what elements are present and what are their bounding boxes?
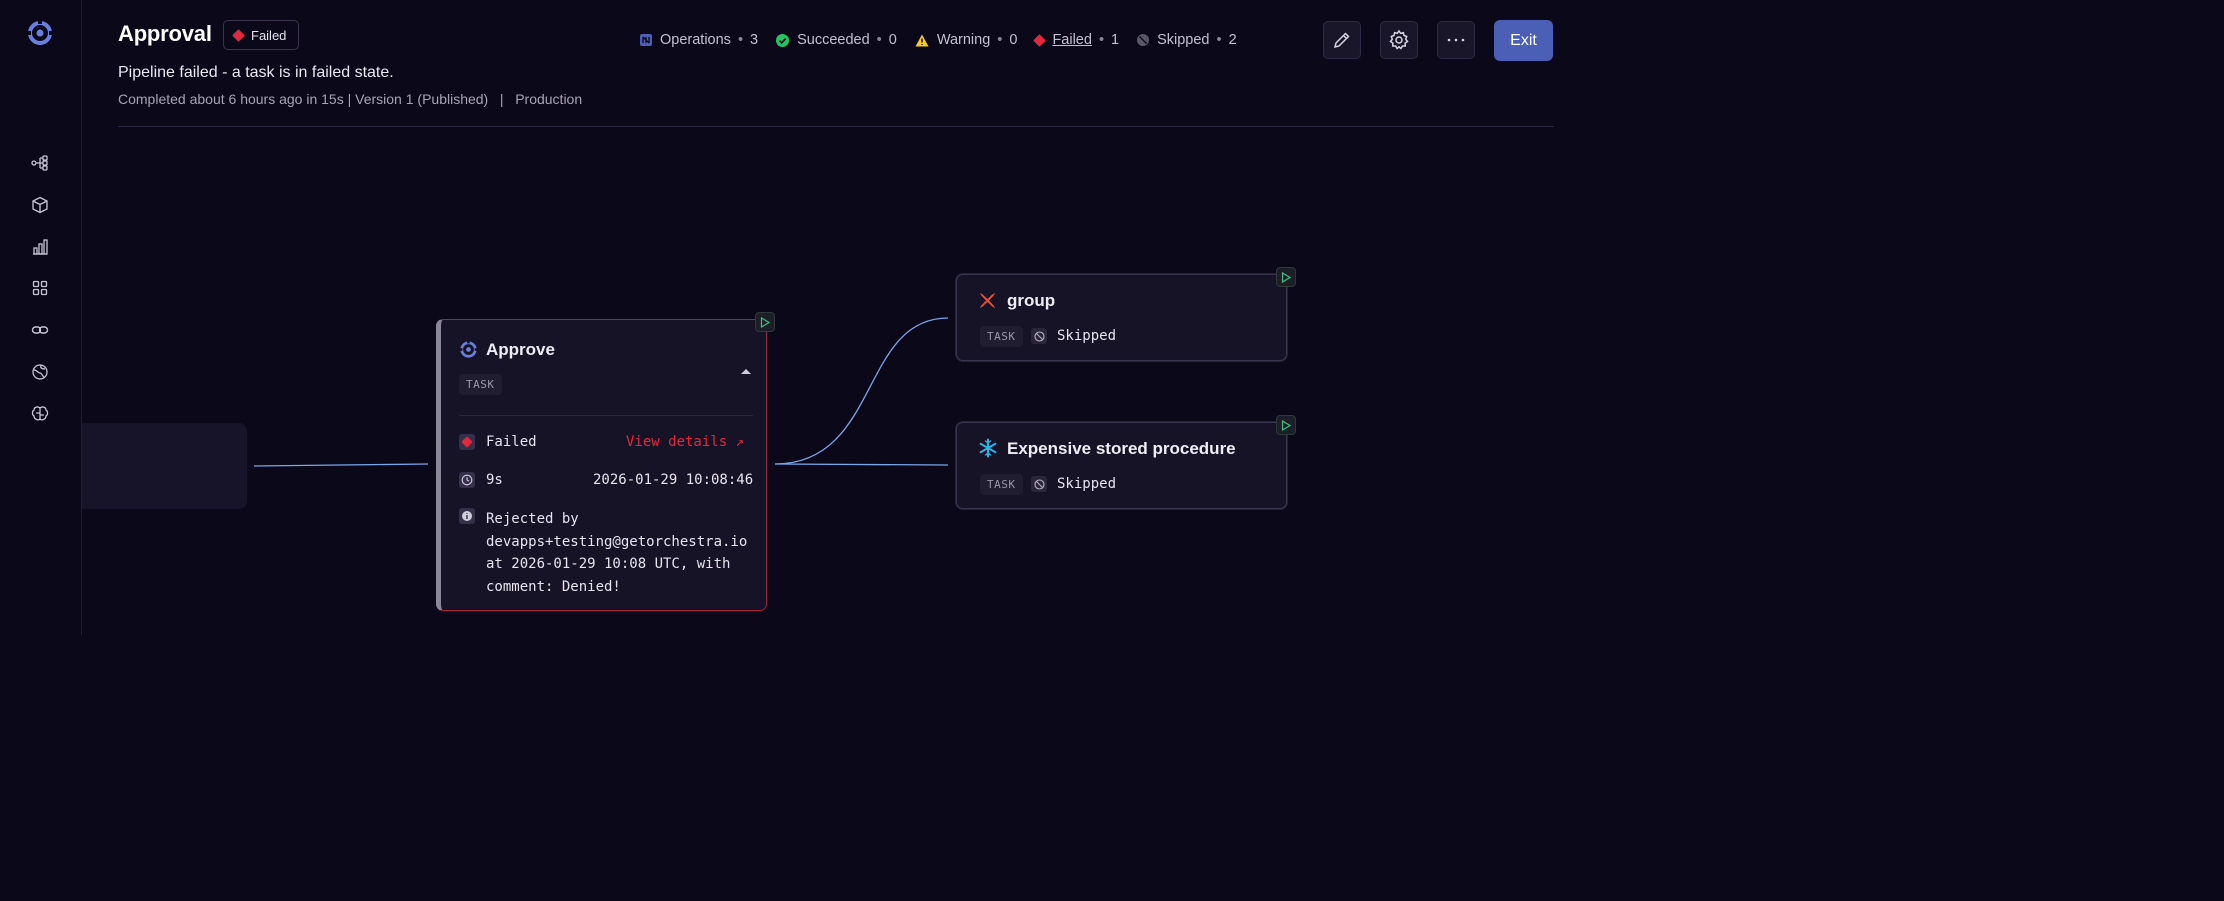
grid-icon[interactable]	[29, 277, 51, 299]
meta-separator: |	[492, 91, 512, 107]
exit-button[interactable]: Exit	[1494, 20, 1553, 61]
run-task-button[interactable]	[1276, 267, 1296, 287]
link-icon[interactable]	[29, 319, 51, 341]
page-title: Approval	[118, 21, 212, 46]
pipeline-meta: Completed about 6 hours ago in 15s | Ver…	[118, 91, 582, 107]
sidebar	[0, 0, 82, 635]
skipped-icon	[1137, 34, 1150, 46]
run-task-button[interactable]	[755, 312, 775, 332]
pipelines-icon[interactable]	[29, 152, 51, 174]
orchestra-task-icon	[459, 340, 478, 359]
skipped-icon	[1031, 476, 1047, 492]
play-icon	[1281, 271, 1291, 283]
edge-approve-to-group	[774, 317, 949, 465]
failed-icon	[459, 434, 475, 450]
task-status: Skipped	[1057, 476, 1117, 492]
play-icon	[760, 316, 770, 328]
package-icon[interactable]	[29, 194, 51, 216]
status-badge: Failed	[223, 20, 299, 50]
success-check-icon	[776, 33, 790, 47]
view-details-link[interactable]: View details ↗	[626, 434, 744, 450]
meta-version: Version 1 (Published)	[355, 91, 489, 107]
more-options-button[interactable]	[1437, 21, 1475, 59]
globe-icon[interactable]	[29, 361, 51, 383]
pipeline-status-message: Pipeline failed - a task is in failed st…	[118, 64, 394, 81]
stat-failed[interactable]: Failed • 1	[1033, 32, 1119, 48]
pencil-icon	[1333, 32, 1350, 49]
gear-icon	[1389, 29, 1409, 50]
card-divider	[459, 415, 753, 416]
external-arrow-icon: ↗	[735, 434, 745, 450]
bar-chart-icon[interactable]	[29, 236, 51, 258]
play-icon	[1281, 419, 1291, 431]
settings-button[interactable]	[1380, 21, 1418, 59]
stat-operations[interactable]: Operations • 3	[640, 32, 758, 48]
edge-approve-to-procedure	[774, 463, 949, 466]
status-badge-label: Failed	[251, 27, 287, 43]
run-task-button[interactable]	[1276, 415, 1296, 435]
upstream-node[interactable]	[82, 423, 247, 509]
clock-icon	[459, 472, 475, 488]
edge-input-to-approve	[253, 463, 429, 467]
task-timestamp: 2026-01-29 10:08:46	[593, 472, 754, 488]
brain-icon[interactable]	[29, 403, 51, 425]
stat-warning[interactable]: Warning • 0	[915, 32, 1017, 48]
meta-completed: Completed about 6 hours ago in 15s	[118, 91, 344, 107]
stat-skipped[interactable]: Skipped • 2	[1137, 32, 1237, 48]
stored-procedure-task-card[interactable]: Expensive stored procedure TASK Skipped	[956, 415, 1296, 509]
operations-icon	[640, 34, 652, 46]
dbt-icon	[978, 291, 997, 315]
task-type-chip: TASK	[459, 374, 502, 395]
task-title: Expensive stored procedure	[1007, 439, 1236, 458]
skipped-icon	[1031, 328, 1047, 344]
task-title: group	[1007, 291, 1056, 310]
task-info-message: Rejected by devapps+testing@getorchestra…	[486, 511, 748, 595]
warning-icon	[915, 34, 929, 47]
failed-icon	[1033, 33, 1047, 47]
operation-stats: Operations • 3 Succeeded • 0 Warning • 0 Faile…	[640, 31, 1255, 49]
approve-task-card[interactable]: Approve TASK Failed View details ↗ 9s 20…	[436, 312, 775, 611]
task-title: Approve	[486, 340, 555, 359]
collapse-chevron-icon[interactable]	[740, 362, 752, 380]
failed-icon	[232, 28, 245, 42]
orchestra-logo-icon[interactable]	[26, 19, 54, 47]
task-type-chip: TASK	[980, 326, 1023, 347]
stat-succeeded[interactable]: Succeeded • 0	[776, 32, 897, 48]
task-duration: 9s	[486, 472, 503, 488]
task-status: Skipped	[1057, 328, 1117, 344]
task-status: Failed	[486, 434, 537, 450]
header-divider	[118, 126, 1554, 127]
meta-environment: Production	[515, 91, 583, 107]
task-type-chip: TASK	[980, 474, 1023, 495]
meta-separator: |	[347, 91, 356, 107]
edit-button[interactable]	[1323, 21, 1361, 59]
info-icon	[459, 508, 475, 524]
more-dots-icon	[1447, 38, 1465, 42]
snowflake-icon	[978, 438, 998, 463]
group-task-card[interactable]: group TASK Skipped	[956, 267, 1296, 361]
